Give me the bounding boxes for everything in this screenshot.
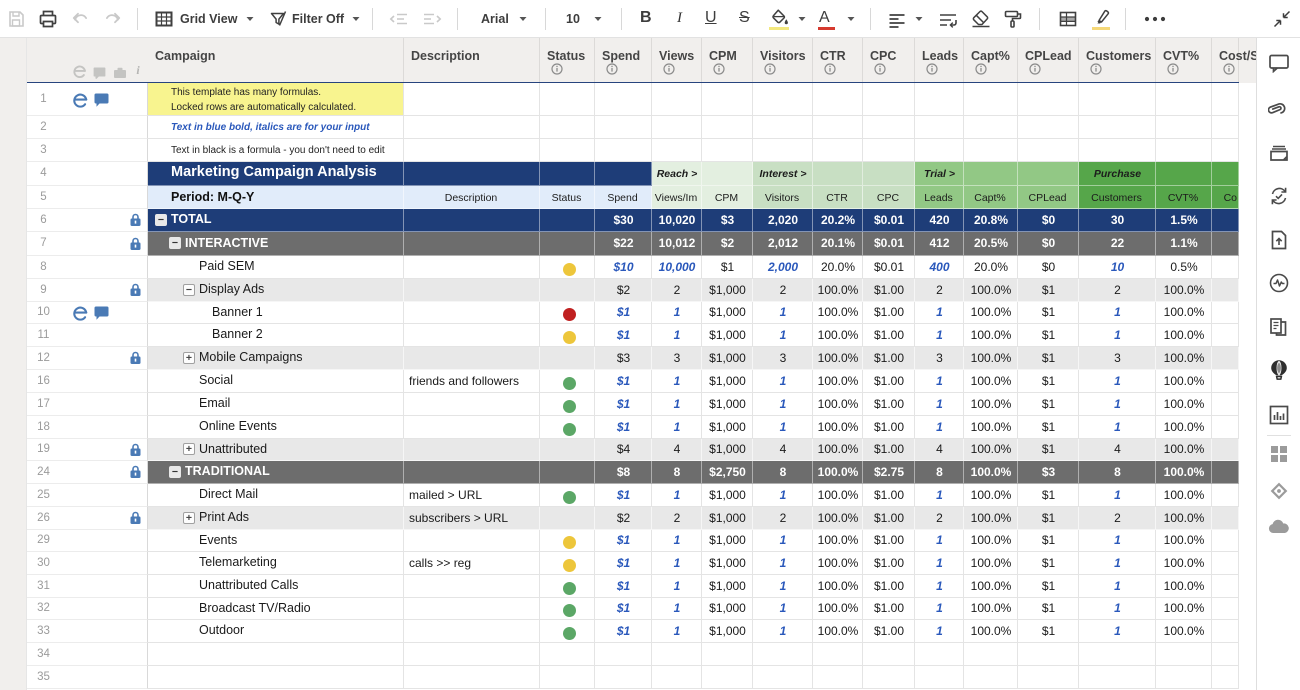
svg-text:i: i	[136, 64, 140, 77]
